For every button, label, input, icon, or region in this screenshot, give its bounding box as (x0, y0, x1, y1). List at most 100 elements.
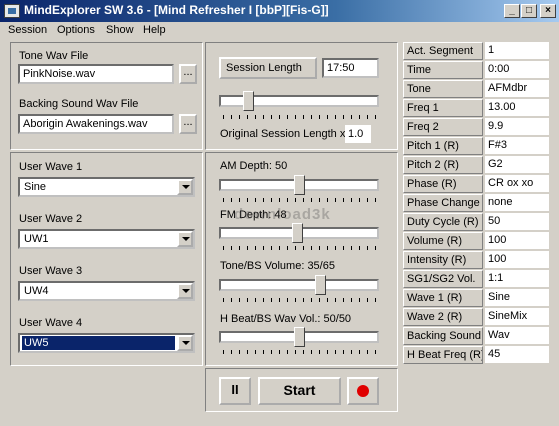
user-wave-2-select[interactable]: UW1 (18, 229, 195, 249)
status-key: Wave 1 (R) (403, 289, 483, 307)
pause-button[interactable]: II (219, 377, 251, 405)
session-length-field[interactable]: 17:50 (322, 58, 379, 78)
table-row: Wave 1 (R) Sine (403, 289, 549, 307)
user-wave-3-select[interactable]: UW4 (18, 281, 195, 301)
table-row: Pitch 1 (R) F#3 (403, 137, 549, 155)
status-key: Act. Segment (403, 42, 483, 60)
user-wave-2-value: UW1 (24, 233, 49, 245)
status-value: 0:00 (485, 61, 549, 79)
table-row: Phase Change none (403, 194, 549, 212)
status-key: Backing Sound (403, 327, 483, 345)
status-value: F#3 (485, 137, 549, 155)
app-icon[interactable] (4, 4, 20, 18)
status-value: 45 (485, 346, 549, 364)
am-depth-label: AM Depth: 50 (220, 160, 288, 172)
user-wave-4-value: UW5 (21, 335, 176, 351)
status-value: none (485, 194, 549, 212)
status-value: AFMdbr (485, 80, 549, 98)
session-slider-thumb[interactable] (242, 91, 254, 111)
table-row: Pitch 2 (R) G2 (403, 156, 549, 174)
session-length-button[interactable]: Session Length (219, 57, 317, 79)
table-row: Phase (R) CR ox xo (403, 175, 549, 193)
minimize-button[interactable]: _ (504, 4, 520, 18)
backing-browse-button[interactable]: ... (179, 114, 197, 134)
user-wave-2-label: User Wave 2 (19, 213, 83, 225)
table-row: Freq 1 13.00 (403, 99, 549, 117)
status-value: 100 (485, 232, 549, 250)
record-icon (357, 385, 369, 397)
hbeat-bs-volume-ticks (223, 350, 376, 354)
start-button[interactable]: Start (258, 377, 341, 405)
status-key: Wave 2 (R) (403, 308, 483, 326)
status-key: Pitch 2 (R) (403, 156, 483, 174)
status-key: Freq 2 (403, 118, 483, 136)
user-wave-3-value: UW4 (24, 285, 49, 297)
status-value: 100 (485, 251, 549, 269)
chevron-down-icon[interactable] (177, 231, 193, 247)
status-value: 1:1 (485, 270, 549, 288)
table-row: Tone AFMdbr (403, 80, 549, 98)
status-value: 50 (485, 213, 549, 231)
status-value: 13.00 (485, 99, 549, 117)
status-key: SG1/SG2 Vol. (403, 270, 483, 288)
fm-depth-thumb[interactable] (292, 223, 304, 243)
session-slider-ticks (223, 115, 376, 119)
am-depth-thumb[interactable] (293, 175, 305, 195)
tone-bs-volume-label: Tone/BS Volume: 35/65 (220, 260, 335, 272)
status-value: 9.9 (485, 118, 549, 136)
tone-bs-volume-track[interactable] (219, 279, 379, 291)
user-wave-1-value: Sine (24, 181, 47, 193)
menu-options[interactable]: Options (57, 24, 95, 36)
status-key: Time (403, 61, 483, 79)
menu-session[interactable]: Session (8, 24, 47, 36)
status-key: Freq 1 (403, 99, 483, 117)
status-key: Phase (R) (403, 175, 483, 193)
status-key: Tone (403, 80, 483, 98)
user-wave-4-select[interactable]: UW5 (18, 333, 195, 353)
tone-file-field[interactable]: PinkNoise.wav (18, 64, 174, 84)
status-value: CR ox xo (485, 175, 549, 193)
status-key: Intensity (R) (403, 251, 483, 269)
user-wave-1-select[interactable]: Sine (18, 177, 195, 197)
hbeat-bs-volume-label: H Beat/BS Wav Vol.: 50/50 (220, 313, 352, 325)
table-row: Duty Cycle (R) 50 (403, 213, 549, 231)
tone-browse-button[interactable]: ... (179, 64, 197, 84)
maximize-button[interactable]: □ (521, 4, 537, 18)
status-value: 1 (485, 42, 549, 60)
menu-bar: Session Options Show Help (0, 22, 559, 40)
watermark: download3k (234, 206, 331, 223)
status-value: Wav (485, 327, 549, 345)
table-row: H Beat Freq (R) 45 (403, 346, 549, 364)
close-button[interactable]: × (540, 4, 556, 18)
status-key: Volume (R) (403, 232, 483, 250)
chevron-down-icon[interactable] (177, 335, 193, 351)
status-value: SineMix (485, 308, 549, 326)
tone-bs-volume-ticks (223, 298, 376, 302)
table-row: Volume (R) 100 (403, 232, 549, 250)
table-row: Time 0:00 (403, 61, 549, 79)
table-row: Act. Segment 1 (403, 42, 549, 60)
status-key: H Beat Freq (R) (403, 346, 483, 364)
original-length-label: Original Session Length x (220, 128, 346, 140)
title-bar[interactable]: MindExplorer SW 3.6 - [Mind Refresher I … (0, 0, 559, 22)
menu-help[interactable]: Help (143, 24, 166, 36)
menu-show[interactable]: Show (106, 24, 134, 36)
record-button[interactable] (347, 377, 379, 405)
table-row: Freq 2 9.9 (403, 118, 549, 136)
status-key: Phase Change (403, 194, 483, 212)
chevron-down-icon[interactable] (177, 179, 193, 195)
table-row: Backing Sound Wav (403, 327, 549, 345)
original-length-field[interactable]: 1.0 (345, 125, 371, 143)
am-depth-ticks (223, 198, 376, 202)
hbeat-bs-volume-thumb[interactable] (293, 327, 305, 347)
backing-file-field[interactable]: Aborigin Awakenings.wav (18, 114, 174, 134)
tone-bs-volume-thumb[interactable] (315, 275, 327, 295)
status-value: Sine (485, 289, 549, 307)
window-title: MindExplorer SW 3.6 - [Mind Refresher I … (24, 3, 329, 17)
status-value: G2 (485, 156, 549, 174)
user-wave-3-label: User Wave 3 (19, 265, 83, 277)
fm-depth-ticks (223, 246, 376, 250)
status-key: Pitch 1 (R) (403, 137, 483, 155)
chevron-down-icon[interactable] (177, 283, 193, 299)
status-key: Duty Cycle (R) (403, 213, 483, 231)
